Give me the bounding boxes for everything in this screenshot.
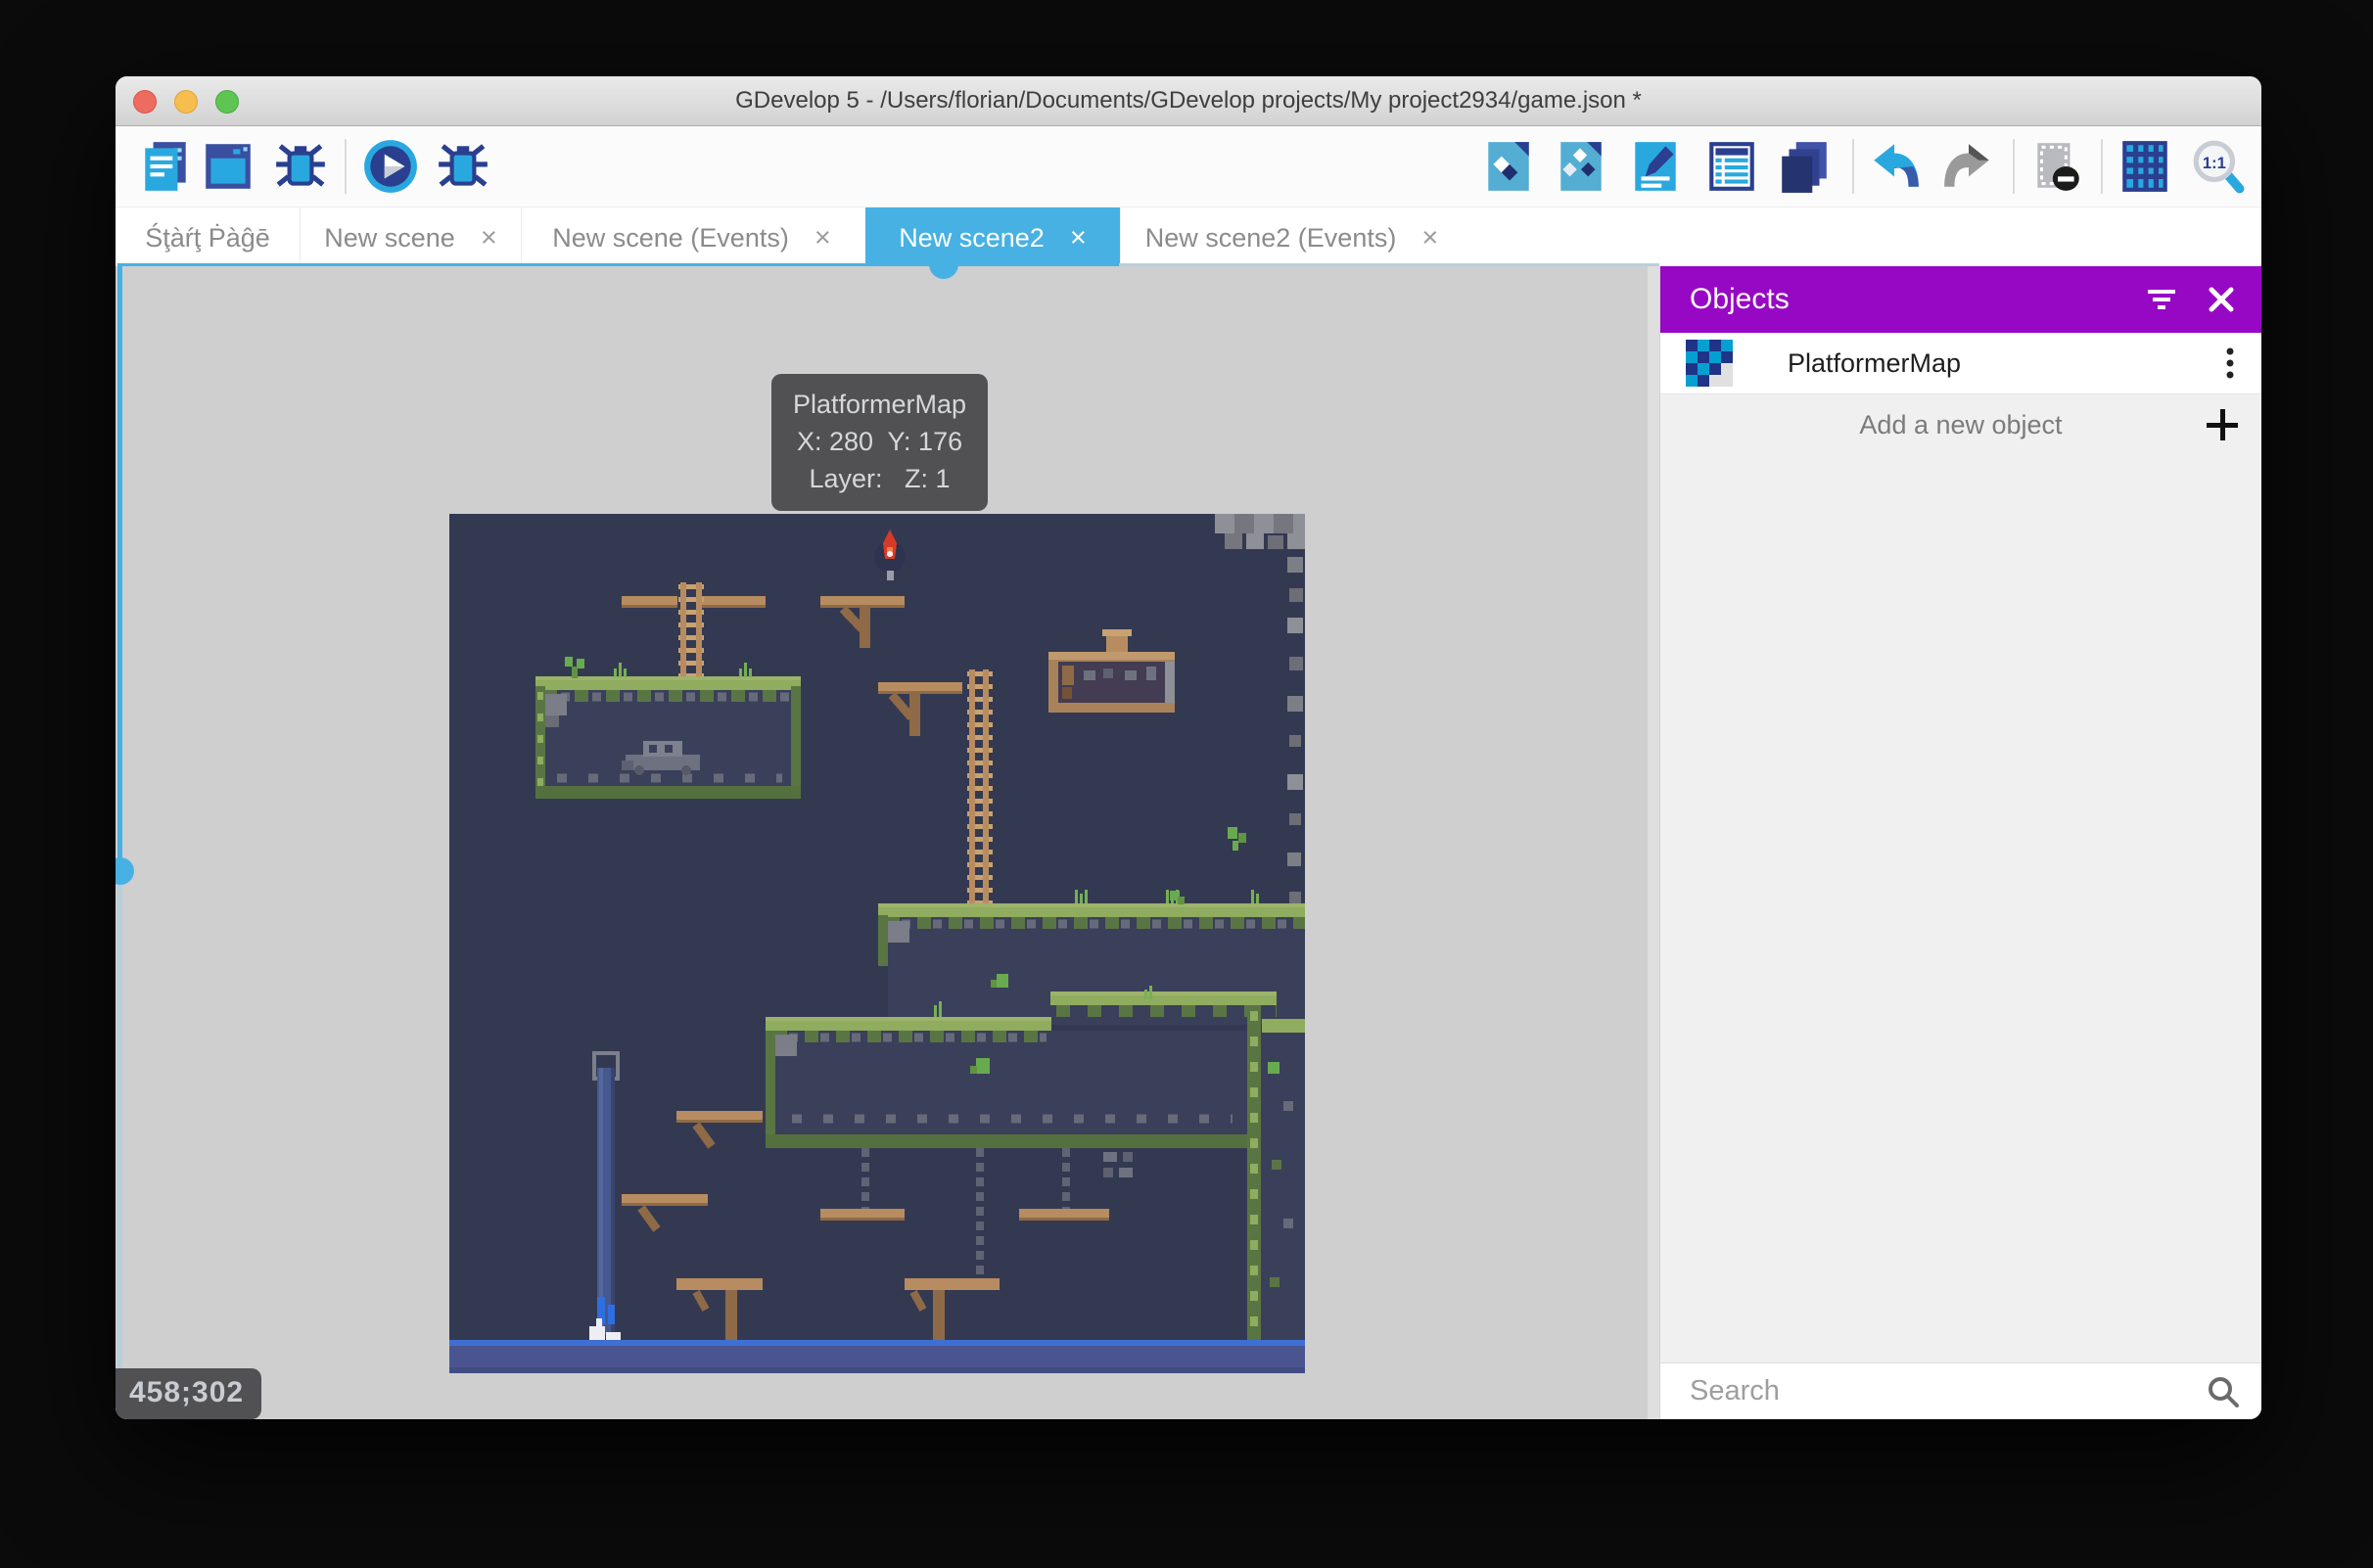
tab-start-page[interactable]: Śţàŕţ Ṗàĝē — [116, 208, 300, 268]
plus-icon — [2205, 394, 2240, 455]
tab-label: New scene2 (Events) — [1145, 223, 1397, 254]
toolbar-separator — [2013, 139, 2015, 194]
title-bar: GDevelop 5 - /Users/florian/Documents/GD… — [116, 76, 2261, 126]
preview-play-icon[interactable] — [362, 138, 419, 195]
layers-icon[interactable] — [1776, 138, 1833, 195]
tab-new-scene-events[interactable]: New scene (Events) × — [521, 208, 861, 268]
undo-icon[interactable] — [1866, 138, 1923, 195]
add-new-object-label: Add a new object — [1859, 410, 2062, 440]
object-thumbnail — [1686, 340, 1733, 387]
toolbar-separator — [1852, 139, 1854, 194]
project-manager-icon[interactable] — [137, 138, 194, 195]
main-area: PlatformerMap X: 280 Y: 176 Layer: Z: 1 45… — [116, 266, 2261, 1419]
close-tab-icon[interactable]: × — [481, 224, 497, 253]
debugger-icon[interactable] — [272, 138, 329, 195]
objects-panel-header: Objects — [1660, 266, 2261, 333]
svg-text:1:1: 1:1 — [2203, 154, 2226, 172]
instance-tooltip: PlatformerMap X: 280 Y: 176 Layer: Z: 1 — [771, 374, 988, 511]
search-icon[interactable] — [2207, 1363, 2240, 1419]
zoom-window-button[interactable] — [215, 90, 239, 114]
pane-left-border-lower — [117, 871, 122, 1419]
close-tab-icon[interactable]: × — [1421, 224, 1438, 253]
floor — [449, 1340, 1305, 1373]
tab-label: Śţàŕţ Ṗàĝē — [145, 223, 270, 254]
search-input[interactable] — [1688, 1374, 2207, 1408]
tab-label: New scene (Events) — [552, 223, 789, 254]
tab-new-scene2[interactable]: New scene2 × — [865, 208, 1120, 268]
tab-label: New scene — [324, 223, 455, 254]
tooltip-object-name: PlatformerMap — [793, 390, 966, 419]
mask-icon[interactable] — [2028, 138, 2085, 195]
tooltip-layer: Layer: Z: 1 — [810, 464, 951, 493]
platformer-map-instance[interactable] — [449, 514, 1305, 1373]
main-toolbar: 1:1 — [116, 126, 2261, 208]
toolbar-separator — [345, 139, 347, 194]
grid-icon[interactable] — [2117, 138, 2173, 195]
redo-icon[interactable] — [1940, 138, 1997, 195]
object-list-item[interactable]: PlatformerMap — [1660, 333, 2261, 394]
object-groups-icon[interactable] — [1553, 138, 1609, 195]
minimize-window-button[interactable] — [174, 90, 198, 114]
scene-editor-canvas[interactable]: PlatformerMap X: 280 Y: 176 Layer: Z: 1 45… — [116, 266, 1648, 1419]
tooltip-position: X: 280 Y: 176 — [797, 427, 962, 456]
scene-window-icon[interactable] — [200, 138, 256, 195]
object-name: PlatformerMap — [1788, 348, 1961, 379]
green-platform-left — [535, 657, 801, 799]
canvas-scrollbar-track[interactable] — [1648, 266, 1659, 1419]
traffic-lights — [133, 90, 239, 114]
instances-list-icon[interactable] — [1703, 138, 1760, 195]
objects-panel-title: Objects — [1690, 283, 1790, 316]
add-new-object-button[interactable]: Add a new object — [1660, 394, 2261, 455]
pane-drag-handle[interactable] — [116, 857, 134, 885]
objects-panel: Objects Platform — [1659, 266, 2261, 1419]
cursor-coordinates-badge: 458;302 — [116, 1368, 261, 1419]
editor-tabs: Śţàŕţ Ṗàĝē New scene × New scene (Events… — [116, 208, 2261, 268]
gdevelop-window: GDevelop 5 - /Users/florian/Documents/GD… — [116, 76, 2261, 1419]
toolbar-separator — [2101, 139, 2103, 194]
pane-left-border — [117, 266, 122, 871]
filter-icon[interactable] — [2146, 266, 2179, 333]
close-panel-icon[interactable] — [2207, 266, 2236, 333]
zoom-1-1-icon[interactable]: 1:1 — [2189, 138, 2246, 195]
kebab-menu-icon[interactable] — [2226, 333, 2234, 393]
tab-new-scene2-events[interactable]: New scene2 (Events) × — [1120, 208, 1463, 268]
active-tab-indicator — [929, 266, 958, 279]
close-tab-icon[interactable]: × — [814, 224, 831, 253]
object-search-bar — [1660, 1362, 2261, 1419]
close-tab-icon[interactable]: × — [1070, 224, 1087, 253]
close-window-button[interactable] — [133, 90, 157, 114]
objects-editor-icon[interactable] — [1480, 138, 1537, 195]
properties-icon[interactable] — [1627, 138, 1684, 195]
debugger-icon[interactable] — [435, 138, 491, 195]
tab-new-scene[interactable]: New scene × — [300, 208, 521, 268]
tab-label: New scene2 — [899, 223, 1045, 254]
window-title: GDevelop 5 - /Users/florian/Documents/GD… — [735, 87, 1642, 115]
